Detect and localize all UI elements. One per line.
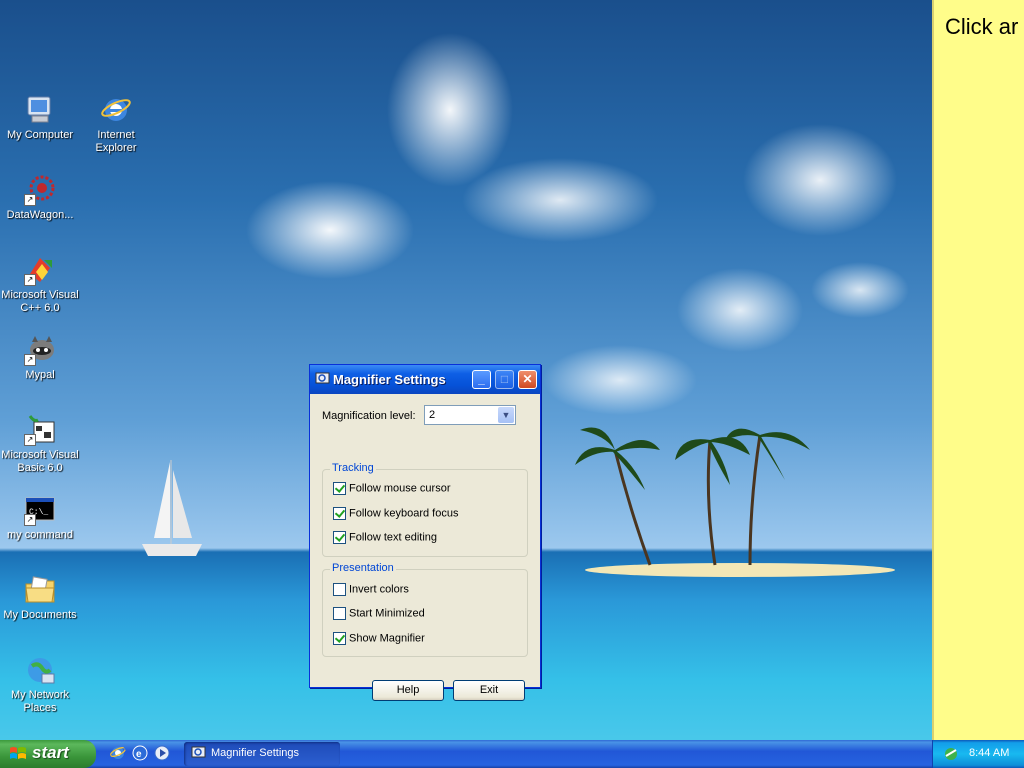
shortcut-arrow-icon: ↗: [24, 274, 36, 286]
minimize-button[interactable]: _: [472, 370, 491, 389]
clock: 8:44 AM: [969, 747, 1010, 759]
dialog-title: Magnifier Settings: [333, 372, 446, 387]
checkbox-checked-icon[interactable]: [333, 507, 346, 520]
magnification-level-value: 2: [429, 409, 436, 421]
outlook-express-icon[interactable]: e: [132, 745, 148, 761]
checkbox-checked-icon[interactable]: [333, 632, 346, 645]
sailboat-icon: [142, 460, 202, 556]
start-button[interactable]: start: [0, 740, 96, 768]
chevron-down-icon[interactable]: ▼: [498, 407, 514, 423]
yellow-panel-text: Click ar: [945, 14, 1019, 39]
palm-trees-icon: [575, 427, 810, 566]
magnifier-app-icon: [191, 746, 206, 758]
magnifier-app-icon: [315, 372, 330, 384]
taskbar: start e Magnifier Settings 8:44 AM: [0, 740, 1024, 768]
desktop-icon-mypal[interactable]: ↗ Mypal: [0, 334, 80, 382]
show-magnifier-checkbox[interactable]: Show Magnifier: [333, 632, 425, 646]
windows-flag-icon: [10, 747, 26, 759]
start-minimized-checkbox[interactable]: Start Minimized: [333, 607, 425, 621]
desktop-icon-datawagon[interactable]: ↗ DataWagon...: [0, 174, 80, 222]
desktop-icon-my-command[interactable]: C:\_ ↗ my command: [0, 494, 80, 542]
exit-button[interactable]: Exit: [453, 680, 525, 701]
start-label: start: [32, 743, 69, 762]
desktop-icon-visual-basic[interactable]: ↗ Microsoft Visual Basic 6.0: [0, 414, 80, 475]
maximize-button[interactable]: □: [495, 370, 514, 389]
desktop-icon-visual-cpp[interactable]: ↗ Microsoft Visual C++ 6.0: [0, 254, 80, 315]
close-icon: ✕: [522, 372, 533, 386]
presentation-group: Presentation Invert colors Start Minimiz…: [322, 562, 528, 657]
internet-explorer-icon[interactable]: [110, 745, 126, 761]
checkbox-unchecked-icon[interactable]: [333, 607, 346, 620]
yellow-panel: Click ar: [932, 0, 1024, 740]
checkbox-unchecked-icon[interactable]: [333, 583, 346, 596]
tracking-group-title: Tracking: [330, 462, 376, 474]
shortcut-arrow-icon: ↗: [24, 194, 36, 206]
follow-mouse-cursor-checkbox[interactable]: Follow mouse cursor: [333, 482, 450, 496]
magnification-level-label: Magnification level:: [322, 410, 416, 422]
invert-colors-checkbox[interactable]: Invert colors: [333, 583, 409, 597]
magnifier-settings-dialog: Magnifier Settings _ □ ✕ Magnification l…: [309, 364, 541, 701]
computer-icon: [27, 96, 51, 123]
magnification-level-select[interactable]: 2 ▼: [424, 405, 516, 425]
folder-icon: [25, 576, 55, 603]
checkbox-checked-icon[interactable]: [333, 482, 346, 495]
minimize-icon: _: [478, 372, 485, 386]
close-button[interactable]: ✕: [518, 370, 537, 389]
taskbar-item-magnifier-settings[interactable]: Magnifier Settings: [184, 742, 340, 766]
maximize-icon: □: [500, 372, 509, 386]
tray-app-icon[interactable]: [943, 746, 959, 762]
follow-keyboard-focus-checkbox[interactable]: Follow keyboard focus: [333, 507, 458, 521]
taskbar-item-label: Magnifier Settings: [211, 747, 300, 759]
svg-text:e: e: [136, 749, 142, 760]
media-player-icon[interactable]: [154, 745, 170, 761]
shortcut-arrow-icon: ↗: [24, 434, 36, 446]
follow-text-editing-checkbox[interactable]: Follow text editing: [333, 531, 437, 545]
desktop-icon-my-documents[interactable]: My Documents: [0, 574, 80, 622]
tracking-group: Tracking Follow mouse cursor Follow keyb…: [322, 462, 528, 557]
shortcut-arrow-icon: ↗: [24, 354, 36, 366]
help-button[interactable]: Help: [372, 680, 444, 701]
shortcut-arrow-icon: ↗: [24, 514, 36, 526]
network-places-icon: [28, 658, 55, 684]
presentation-group-title: Presentation: [330, 562, 396, 574]
dialog-titlebar[interactable]: Magnifier Settings _ □ ✕: [310, 365, 540, 394]
desktop-icon-my-network-places[interactable]: My Network Places: [0, 654, 80, 715]
system-tray: 8:44 AM: [932, 740, 1024, 768]
desktop-icon-internet-explorer[interactable]: Internet Explorer: [76, 94, 156, 155]
desktop-icon-my-computer[interactable]: My Computer: [0, 94, 80, 142]
checkbox-checked-icon[interactable]: [333, 531, 346, 544]
internet-explorer-icon: [101, 99, 131, 121]
